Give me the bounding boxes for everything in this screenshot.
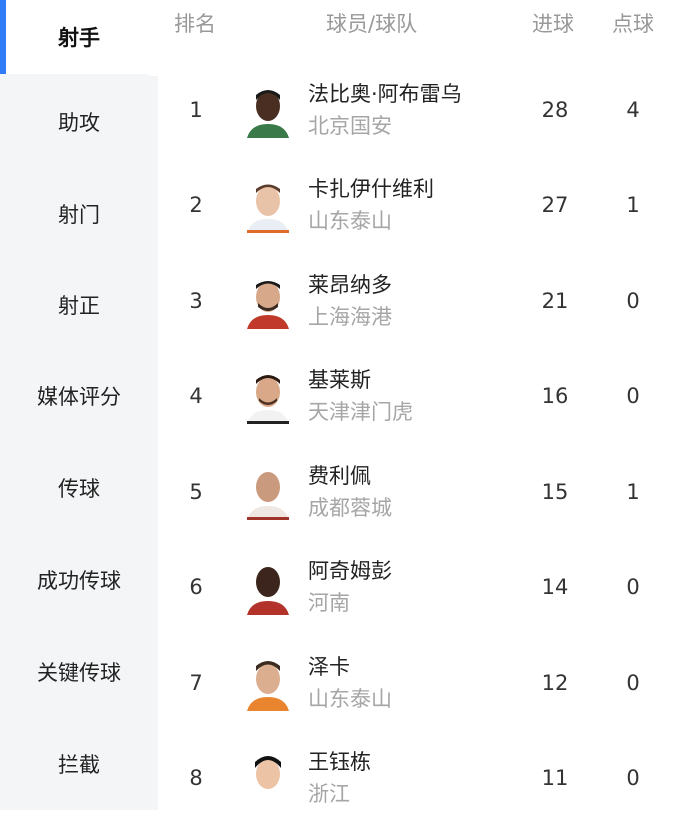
penalties-value: 0 [626,289,640,313]
goals-value: 16 [541,384,569,408]
sidebar-item-passes[interactable]: 传球 [0,442,158,534]
table-row[interactable]: 3 莱昂纳多 上海海港 21 0 [158,267,677,359]
header-rank: 排名 [174,12,216,36]
player-name: 法比奥·阿布雷乌 [308,82,462,106]
goals-value: 15 [541,480,569,504]
penalties-value: 1 [626,193,640,217]
sidebar-item-successful-passes[interactable]: 成功传球 [0,534,158,626]
sidebar-item-label: 射手 [58,26,100,50]
player-name: 莱昂纳多 [308,273,392,297]
player-name: 泽卡 [308,655,350,679]
sidebar-item-label: 助攻 [58,111,100,135]
table-row[interactable]: 7 泽卡 山东泰山 12 0 [158,649,677,741]
sidebar-item-interceptions[interactable]: 拦截 [0,718,158,810]
penalties-value: 4 [626,98,640,122]
header-penalties: 点球 [612,12,654,36]
rank-number: 8 [189,766,203,790]
goals-value: 14 [541,575,569,599]
sidebar-item-shots[interactable]: 射门 [0,168,158,260]
header-player-team: 球员/球队 [326,12,418,36]
sidebar-item-key-passes[interactable]: 关键传球 [0,626,158,718]
goals-value: 12 [541,671,569,695]
player-avatar [243,559,293,615]
sidebar-item-label: 传球 [58,477,100,501]
player-name: 费利佩 [308,464,371,488]
team-name: 河南 [308,591,350,615]
team-name: 成都蓉城 [308,496,392,520]
rank-number: 7 [189,671,203,695]
sidebar-item-shots-on-target[interactable]: 射正 [0,259,158,351]
player-avatar [243,82,293,138]
table-row[interactable]: 6 阿奇姆彭 河南 14 0 [158,553,677,645]
rank-number: 2 [189,193,203,217]
table-row[interactable]: 8 王钰栋 浙江 11 0 [158,744,677,836]
sidebar-item-label: 媒体评分 [37,385,121,409]
player-name: 王钰栋 [308,750,371,774]
sidebar-item-label: 拦截 [58,753,100,777]
sidebar-item-label: 关键传球 [37,661,121,685]
player-avatar [243,273,293,329]
player-name: 卡扎伊什维利 [308,177,434,201]
penalties-value: 0 [626,766,640,790]
rank-number: 6 [189,575,203,599]
player-name: 阿奇姆彭 [308,559,392,583]
team-name: 山东泰山 [308,687,392,711]
penalties-value: 0 [626,384,640,408]
goals-value: 27 [541,193,569,217]
player-avatar [243,464,293,520]
rank-number: 3 [189,289,203,313]
category-sidebar: 射手 助攻 射门 射正 媒体评分 传球 成功传球 关键传球 拦截 [0,0,158,810]
goals-value: 21 [541,289,569,313]
penalties-value: 0 [626,575,640,599]
table-header: 排名 球员/球队 进球 点球 [158,0,677,44]
player-avatar [243,368,293,424]
team-name: 山东泰山 [308,209,392,233]
rank-number: 1 [189,98,203,122]
rank-number: 4 [189,384,203,408]
penalties-value: 1 [626,480,640,504]
sidebar-item-assists[interactable]: 助攻 [0,76,158,168]
table-row[interactable]: 1 法比奥·阿布雷乌 北京国安 28 4 [158,76,677,168]
player-avatar [243,655,293,711]
goals-value: 28 [541,98,569,122]
header-goals: 进球 [532,12,574,36]
team-name: 上海海港 [308,305,392,329]
sidebar-item-label: 射正 [58,294,100,318]
team-name: 北京国安 [308,114,392,138]
team-name: 天津津门虎 [308,400,413,424]
team-name: 浙江 [308,782,350,806]
sidebar-item-scorers[interactable]: 射手 [0,0,158,74]
table-row[interactable]: 4 基莱斯 天津津门虎 16 0 [158,362,677,454]
table-row[interactable]: 2 卡扎伊什维利 山东泰山 27 1 [158,171,677,263]
rank-number: 5 [189,480,203,504]
player-name: 基莱斯 [308,368,371,392]
player-avatar [243,750,293,806]
player-avatar [243,177,293,233]
penalties-value: 0 [626,671,640,695]
sidebar-item-label: 射门 [58,203,100,227]
goals-value: 11 [541,766,569,790]
sidebar-item-media-rating[interactable]: 媒体评分 [0,350,158,442]
sidebar-item-label: 成功传球 [37,569,121,593]
table-row[interactable]: 5 费利佩 成都蓉城 15 1 [158,458,677,550]
